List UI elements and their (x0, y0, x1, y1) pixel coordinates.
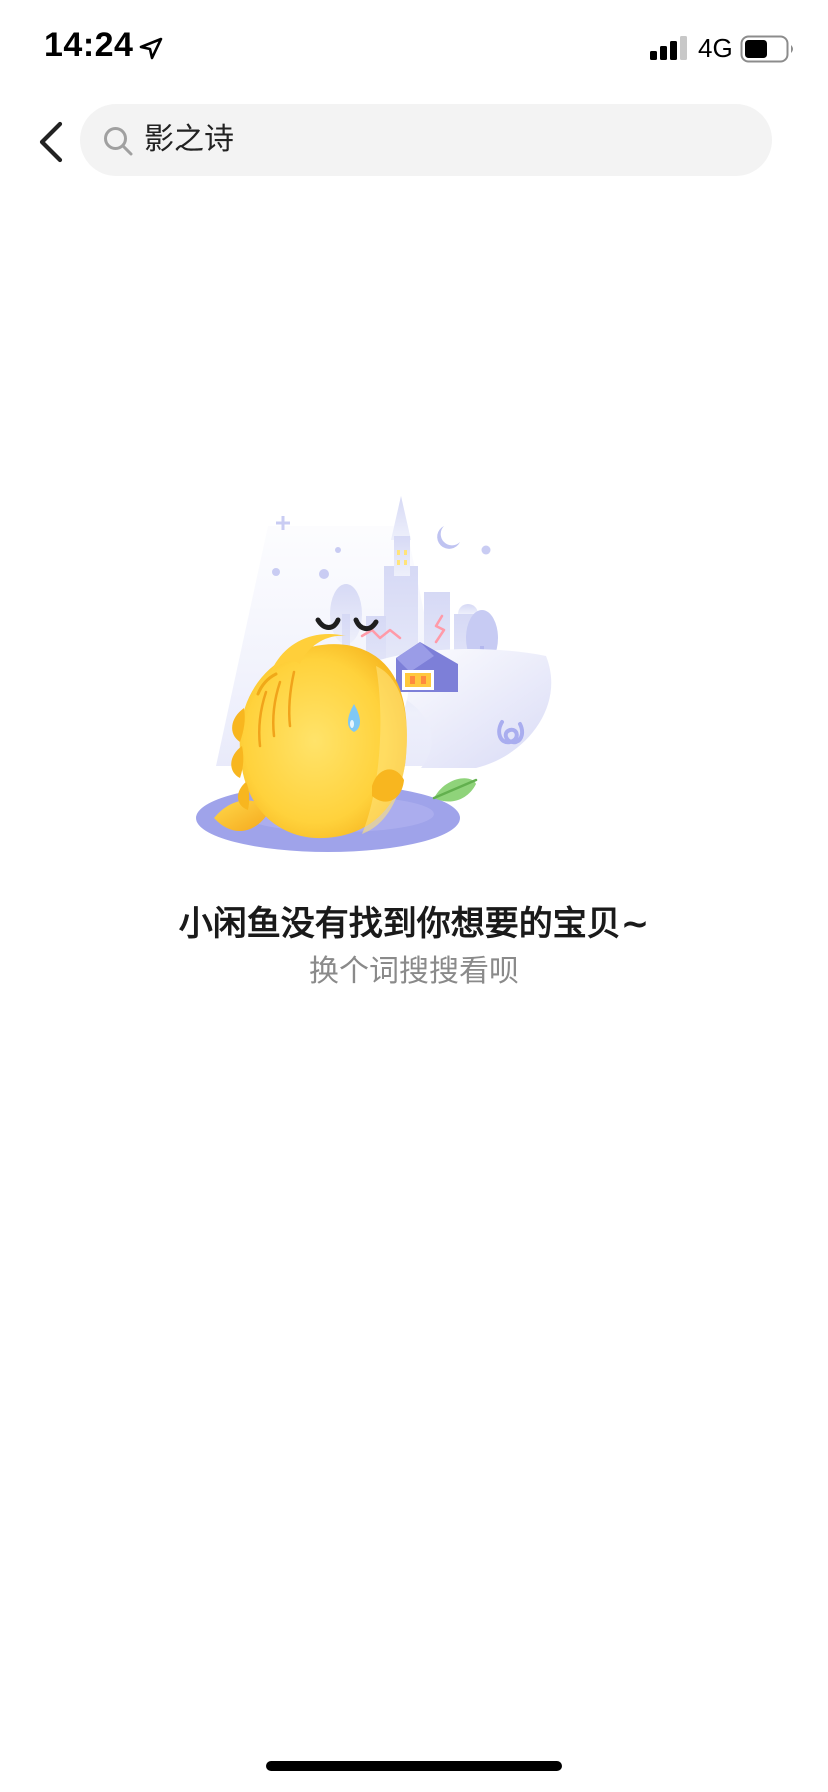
search-input[interactable]: 影之诗 (80, 104, 772, 176)
network-type-label: 4G (698, 33, 733, 63)
search-results-screen: 14:24 4G 影之诗 小闲鱼没有找到你想要的宝贝~ 换个词搜搜看呗 (0, 0, 828, 1792)
back-button[interactable] (30, 116, 78, 168)
search-query-text: 影之诗 (144, 122, 234, 157)
battery-icon (740, 35, 793, 63)
home-indicator[interactable] (266, 1761, 562, 1771)
signal-icon (650, 36, 687, 60)
chevron-left-icon (39, 121, 63, 163)
search-icon (104, 127, 133, 156)
status-time: 14:24 (44, 26, 134, 64)
status-bar: 14:24 4G (0, 0, 828, 100)
location-arrow-icon (139, 37, 163, 60)
empty-state-subtitle: 换个词搜搜看呗 (309, 954, 519, 989)
sad-fish-illustration (196, 496, 552, 852)
empty-state-title: 小闲鱼没有找到你想要的宝贝~ (178, 904, 650, 944)
